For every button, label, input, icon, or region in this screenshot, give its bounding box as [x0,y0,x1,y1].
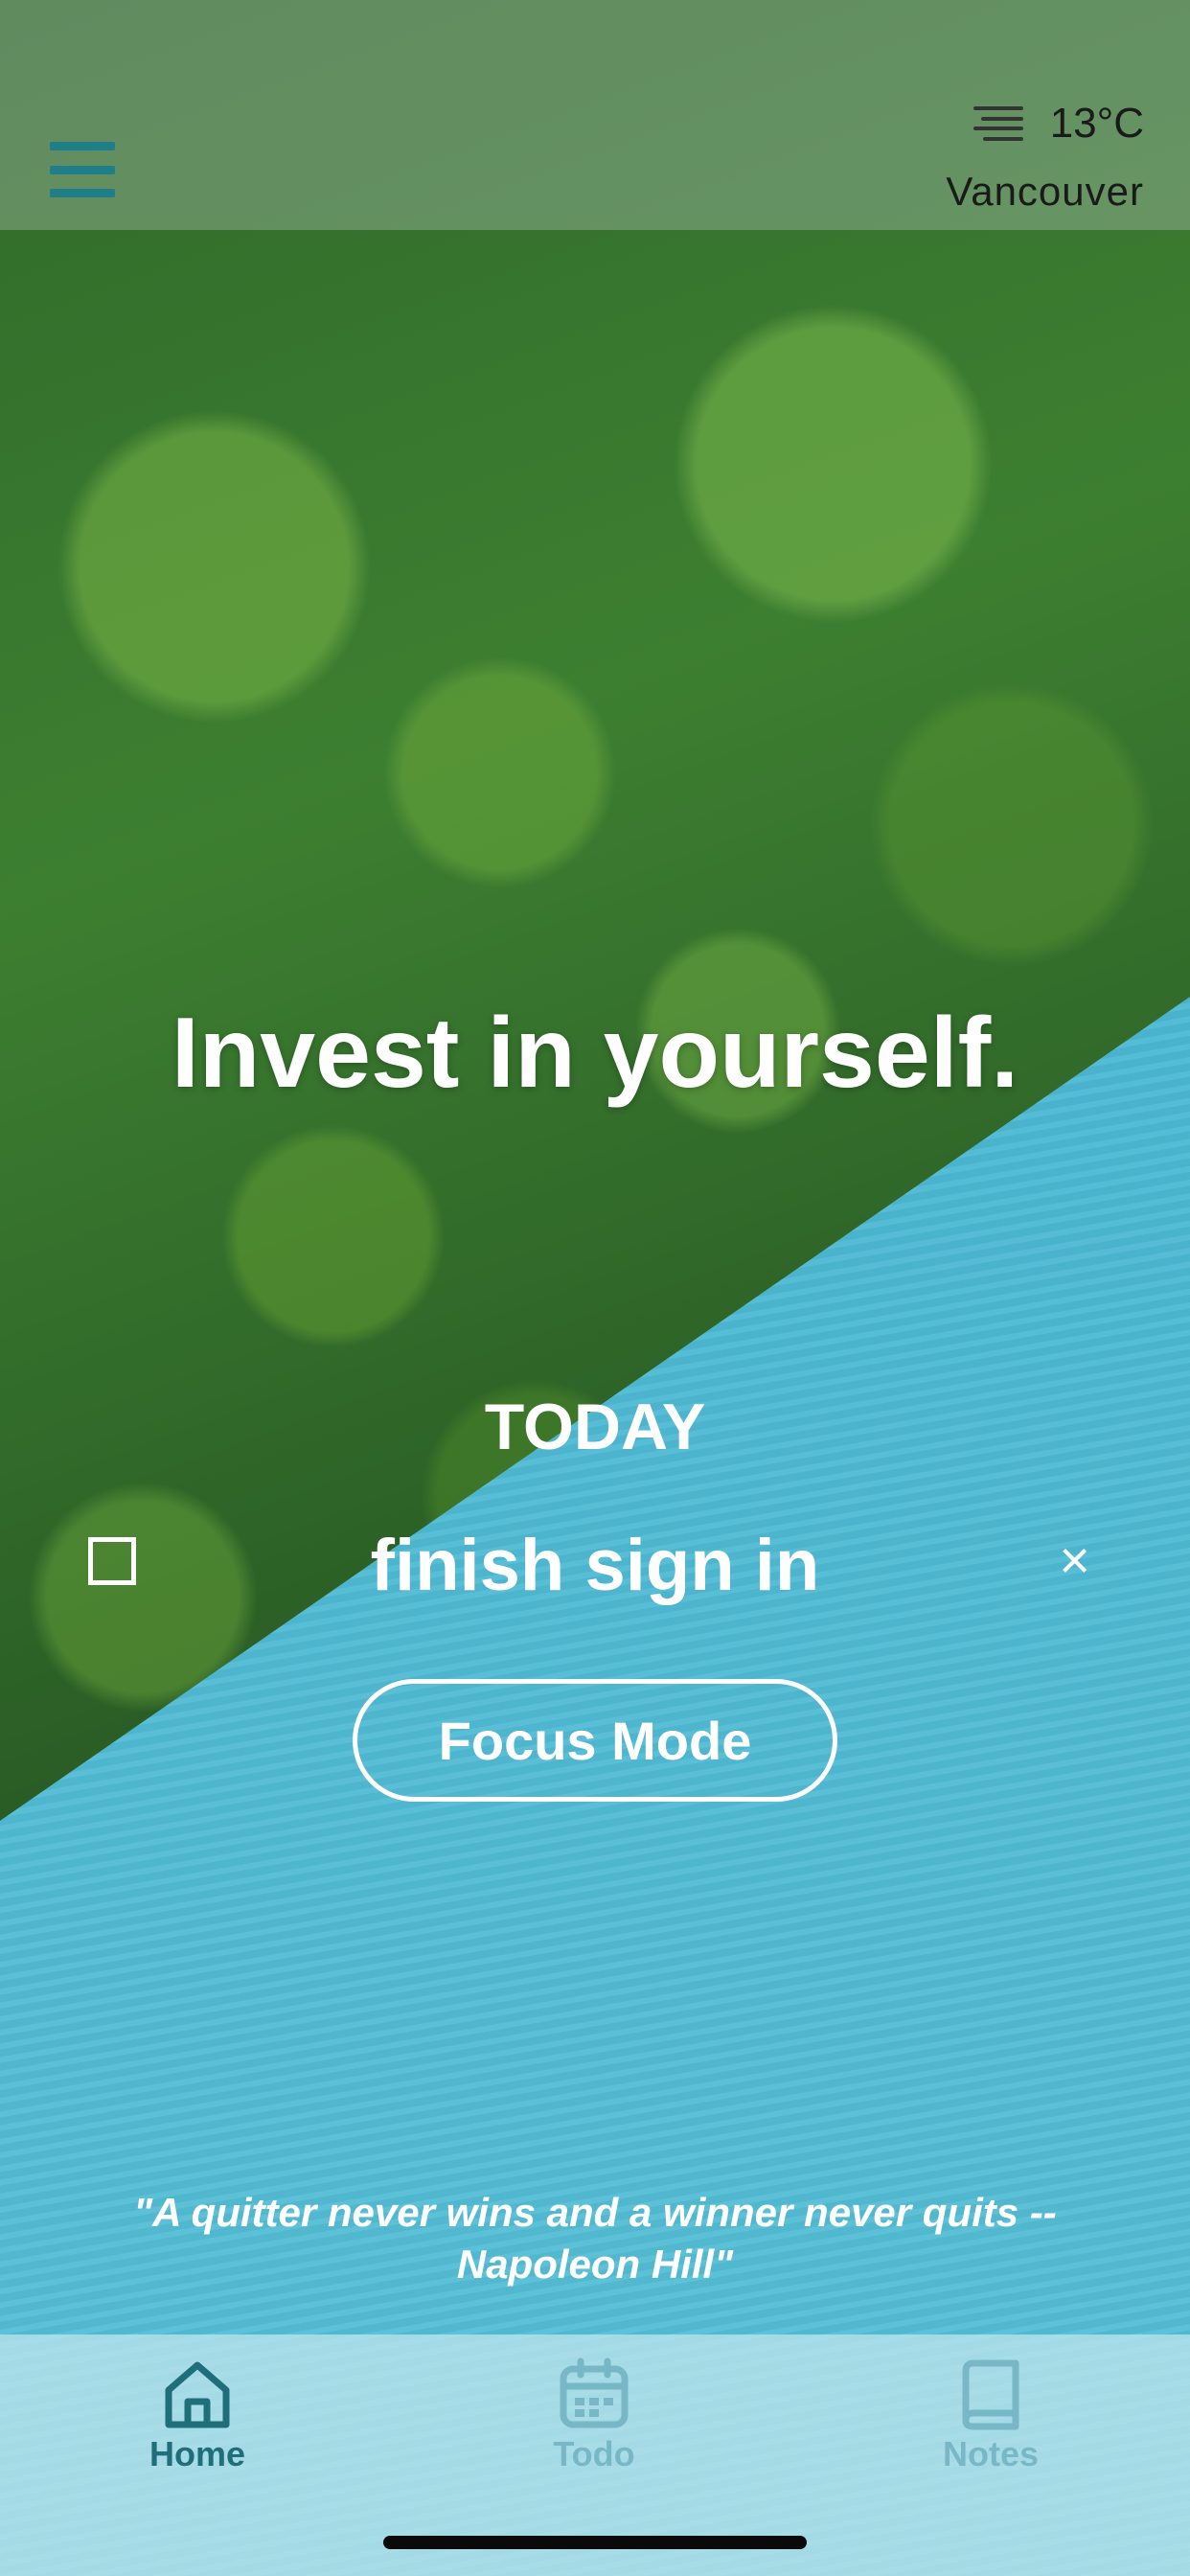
tab-home-label: Home [149,2434,246,2473]
task-row: finish sign in × [0,1524,1190,1606]
home-icon [165,2361,230,2428]
tab-notes[interactable]: Notes [876,2358,1106,2474]
top-bar: 13°C Vancouver [0,0,1190,230]
city-name: Vancouver [946,169,1144,214]
tab-notes-label: Notes [942,2434,1040,2473]
quote-text: "A quitter never wins and a winner never… [133,2190,1057,2287]
close-icon[interactable]: × [1059,1524,1090,1597]
fog-icon [973,106,1023,141]
home-indicator [383,2536,807,2549]
calendar-icon [560,2358,629,2428]
temperature: 13°C [1049,100,1144,147]
tab-todo-label: Todo [553,2434,635,2473]
focus-mode-button[interactable]: Focus Mode [353,1679,837,1802]
book-icon [962,2359,1019,2430]
today-heading: TODAY [484,1391,706,1463]
mantra-text: Invest in yourself. [171,998,1019,1109]
menu-icon[interactable] [50,142,115,197]
weather-widget[interactable]: 13°C Vancouver [946,100,1144,215]
tab-todo[interactable]: Todo [479,2358,709,2474]
task-text: finish sign in [370,1525,820,1606]
tab-home[interactable]: Home [82,2358,312,2474]
